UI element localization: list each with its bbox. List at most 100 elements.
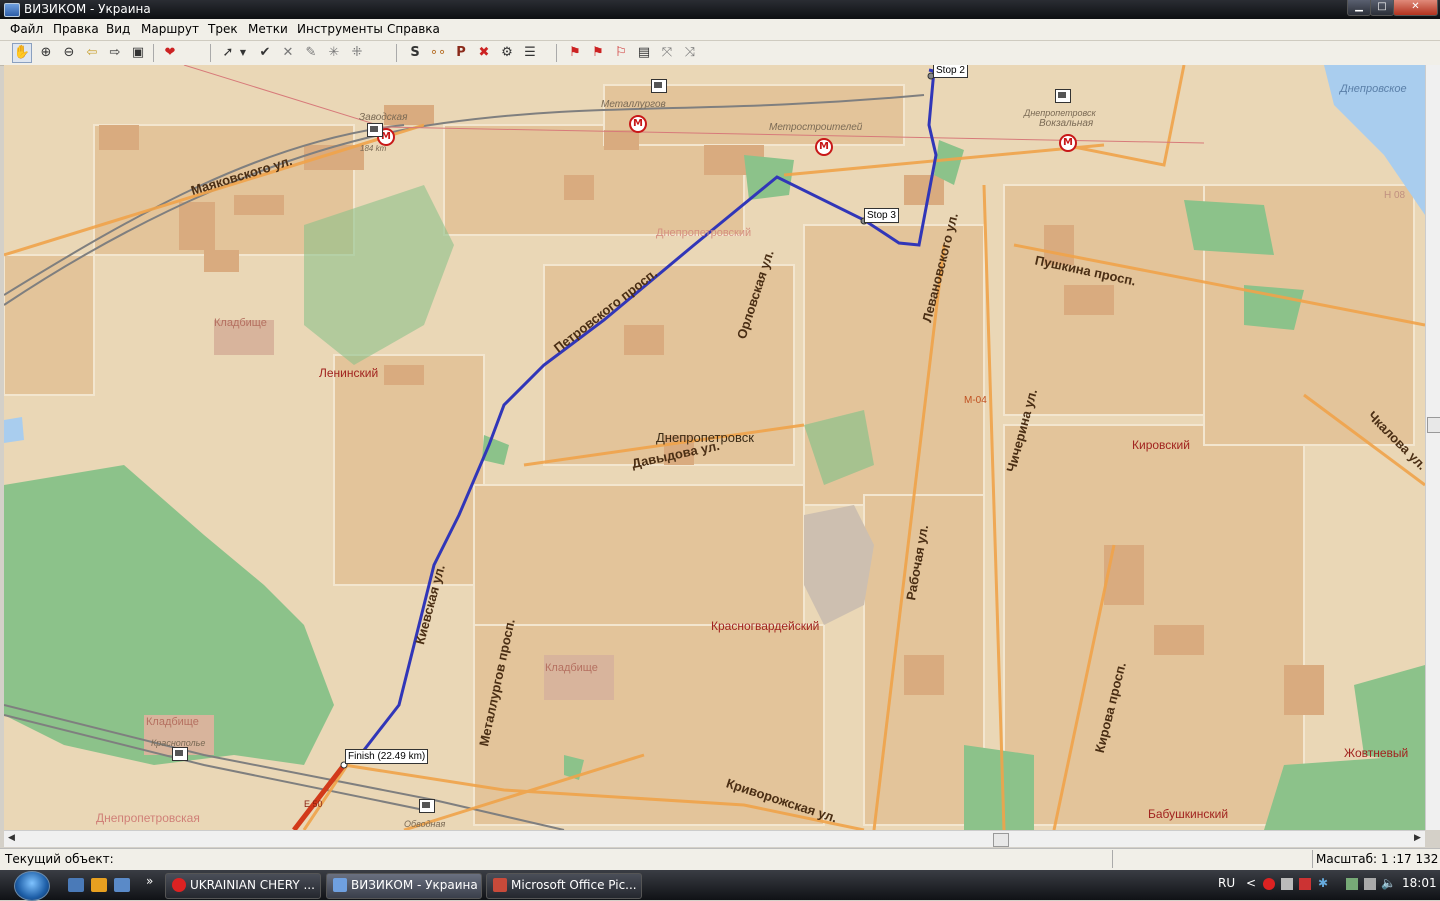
title-bar: ВИЗИКОМ - Украина ▁ □ ✕ [0, 0, 1440, 19]
district-label-zhovtnevy: Жовтневый [1344, 746, 1409, 760]
metro-icon: M [629, 115, 647, 133]
forward-arrow-icon[interactable]: ⇨ [105, 43, 125, 63]
menu-marks[interactable]: Метки [248, 22, 288, 36]
cemetery-label: Кладбище [146, 716, 199, 728]
dropdown-icon[interactable]: ▼ [238, 43, 248, 63]
tray-icon[interactable] [1346, 878, 1358, 890]
back-arrow-icon[interactable]: ⇦ [82, 43, 102, 63]
app-icon [4, 3, 20, 17]
start-button[interactable] [14, 871, 50, 901]
waypoint-finish[interactable]: Finish (22.49 km) [345, 749, 429, 764]
station-label-obvodnaya: Обводная [404, 819, 446, 829]
district-label-babushkinsky: Бабушкинский [1148, 807, 1229, 821]
taskbar: » UKRAINIAN CHERY ... ВИЗИКОМ - Украина … [0, 870, 1440, 901]
railway-station-icon [367, 123, 383, 137]
menu-edit[interactable]: Правка [53, 22, 99, 36]
cemetery-label: Кладбище [545, 662, 598, 674]
railway-station-icon [651, 79, 667, 93]
language-indicator[interactable]: RU [1218, 876, 1235, 890]
route-settings-icon[interactable]: ⚙ [497, 43, 517, 63]
clock[interactable]: 18:01 [1402, 876, 1437, 890]
zoom-in-icon[interactable]: ⊕ [36, 43, 56, 63]
zoom-out-icon[interactable]: ⊖ [59, 43, 79, 63]
scroll-right-icon[interactable]: ▶ [1414, 833, 1421, 843]
volume-icon[interactable]: 🔈 [1381, 876, 1396, 890]
road-number-e50: E 50 [304, 799, 323, 809]
route-list-icon[interactable]: ☰ [520, 43, 540, 63]
network-icon[interactable] [1364, 878, 1376, 890]
map-view[interactable]: M M M M Заводская Металлургов Метрострои… [4, 65, 1425, 830]
route-heart-icon[interactable]: ❤ [160, 43, 180, 63]
horizontal-scrollbar[interactable]: ◀ ▶ [4, 830, 1425, 847]
menu-tools[interactable]: Инструменты [297, 22, 383, 36]
metro-icon: M [1059, 134, 1077, 152]
cemetery-label: Кладбище [214, 317, 267, 329]
scroll-left-icon[interactable]: ◀ [8, 833, 15, 843]
menu-file[interactable]: Файл [10, 22, 43, 36]
waypoint-stop-3[interactable]: Stop 3 [864, 208, 899, 223]
railway-station-icon [1055, 89, 1071, 103]
waypoints-connect-icon[interactable]: ⤨ [680, 43, 700, 63]
horizontal-scroll-thumb[interactable] [993, 833, 1009, 847]
task-label: UKRAINIAN CHERY ... [190, 878, 315, 892]
tray-icon[interactable] [1299, 878, 1311, 890]
gps-s-icon[interactable]: S [405, 43, 425, 63]
waypoint-stop-2[interactable]: Stop 2 [933, 65, 968, 78]
flag-list-icon[interactable]: ▤ [634, 43, 654, 63]
tray-icon[interactable] [1281, 878, 1293, 890]
menu-route[interactable]: Маршрут [141, 22, 199, 36]
menu-track[interactable]: Трек [208, 22, 238, 36]
station-label-dnepropetrovsk: Днепропетровск [1024, 108, 1096, 118]
menu-help[interactable]: Справка [387, 22, 440, 36]
vertical-scroll-thumb[interactable] [1427, 417, 1440, 433]
waypoints-cross-icon[interactable]: ⤧ [657, 43, 677, 63]
district-label-dnepropetrovsky: Днепропетровский [656, 227, 752, 239]
metro-icon: M [815, 138, 833, 156]
station-label-zavodskaya: Заводская [359, 112, 408, 123]
close-button[interactable]: ✕ [1393, 0, 1438, 16]
task-label: Microsoft Office Pic... [511, 878, 637, 892]
scale-indicator: Масштаб: 1 :17 132 [1316, 852, 1439, 866]
select-arrow-icon[interactable]: ➚ [218, 43, 238, 63]
railway-station-icon [419, 799, 435, 813]
menu-view[interactable]: Вид [106, 22, 130, 36]
check-route-icon[interactable]: ✔ [255, 43, 275, 63]
task-button-office-picture[interactable]: Microsoft Office Pic... [486, 873, 642, 899]
cross-route-icon[interactable]: ✕ [278, 43, 298, 63]
railway-station-icon [172, 747, 188, 761]
flag-move-icon[interactable]: ⚐ [611, 43, 631, 63]
road-number-h08: Н 08 [1384, 190, 1406, 201]
bluetooth-icon[interactable]: ✱ [1318, 876, 1328, 890]
menu-bar: Файл Правка Вид Маршрут Трек Метки Инстр… [0, 19, 1440, 41]
task-button-vizicom[interactable]: ВИЗИКОМ - Украина [326, 873, 482, 899]
station-label-krasnopolie: Краснополье [151, 738, 206, 748]
current-object-label: Текущий объект: [5, 852, 114, 866]
maximize-button[interactable]: □ [1370, 0, 1394, 16]
station-label-vokzalnaya: Вокзальная [1039, 118, 1094, 129]
window-switch-icon[interactable] [114, 878, 130, 892]
road-number-m04: М-04 [964, 395, 987, 406]
grid-icon[interactable]: ⁜ [347, 43, 367, 63]
parking-p-icon[interactable]: P [451, 43, 471, 63]
fit-map-icon[interactable]: ▣ [128, 43, 148, 63]
quicklaunch-more[interactable]: » [146, 874, 153, 888]
district-label-kirovsky: Кировский [1132, 438, 1190, 452]
opera-tray-icon[interactable] [1263, 878, 1275, 890]
tray-expand-icon[interactable]: < [1246, 876, 1256, 890]
district-label-krasnogvardeysky: Красногвардейский [711, 619, 820, 633]
hand-tool-icon[interactable]: ✋ [12, 43, 32, 63]
vertical-scrollbar[interactable] [1425, 65, 1440, 830]
star-icon[interactable]: ✳ [324, 43, 344, 63]
edit-route-icon[interactable]: ✎ [301, 43, 321, 63]
km-label: 184 km [360, 144, 387, 153]
media-player-icon[interactable] [91, 878, 107, 892]
delete-points-icon[interactable]: ✖ [474, 43, 494, 63]
flag-add-icon[interactable]: ⚑ [588, 43, 608, 63]
show-desktop-icon[interactable] [68, 878, 84, 892]
district-label-dnepropetrovskaya: Днепропетровская [96, 811, 200, 825]
district-label-leninsky: Ленинский [319, 366, 379, 380]
flag-start-icon[interactable]: ⚑ [565, 43, 585, 63]
dots-icon[interactable]: ∘∘ [428, 43, 448, 63]
minimize-button[interactable]: ▁ [1347, 0, 1371, 16]
task-button-opera[interactable]: UKRAINIAN CHERY ... [165, 873, 321, 899]
